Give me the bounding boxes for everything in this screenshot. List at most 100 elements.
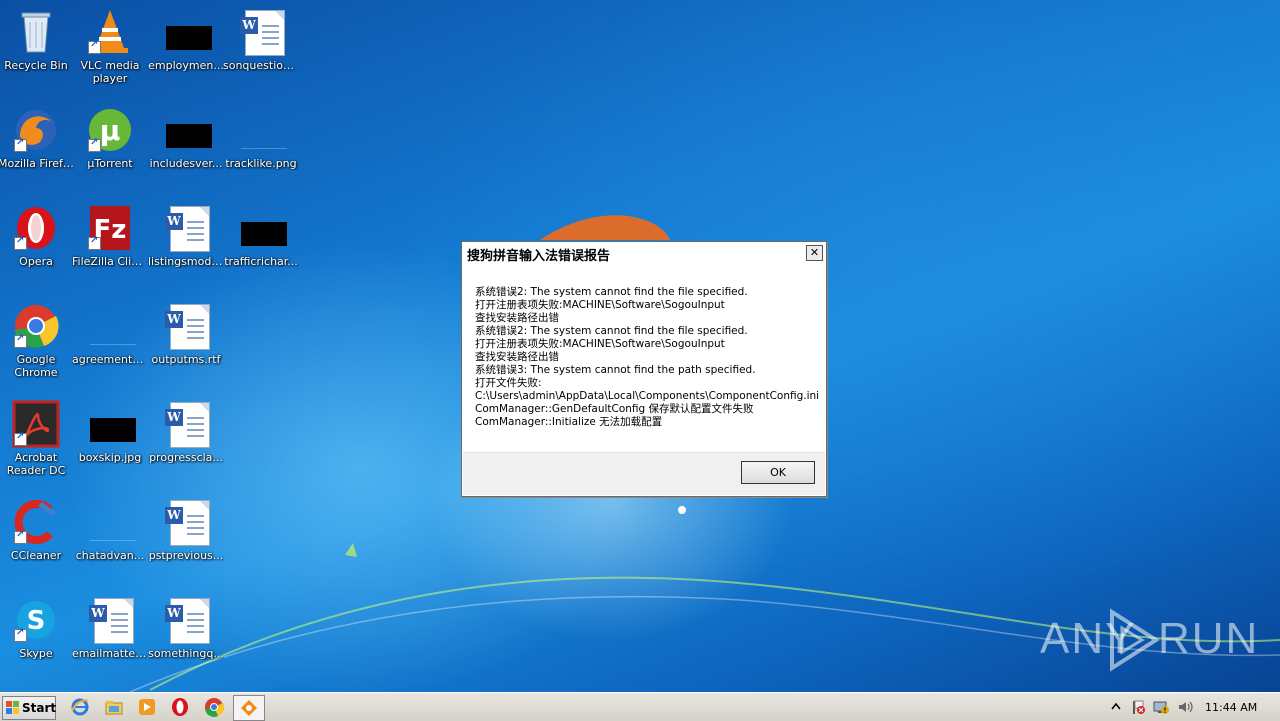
desktop-icon-file[interactable]: W sonquestion...: [223, 8, 299, 72]
image-file-icon: [86, 400, 136, 448]
desktop-icon-label: FileZilla Client: [72, 255, 148, 268]
action-center-flag-icon[interactable]: [1130, 699, 1146, 715]
message-line: C:\Users\admin\AppData\Local\Components\…: [475, 390, 820, 402]
desktop-icon-file[interactable]: trafficrichar...: [223, 204, 299, 268]
desktop-icon-file[interactable]: W listingsmodi...: [148, 204, 224, 268]
shortcut-arrow-icon: [14, 137, 27, 152]
message-line: 查找安装路径出错: [475, 312, 559, 324]
ccleaner-icon: [12, 498, 60, 546]
blank-file-icon: [86, 302, 136, 350]
message-line: 系统错误2: The system cannot find the file s…: [475, 286, 748, 298]
taskbar-active-app[interactable]: [233, 695, 265, 721]
windows-logo-icon: [6, 701, 20, 715]
word-document-icon: W: [162, 400, 210, 448]
desktop-icon-skype[interactable]: S Skype: [0, 596, 74, 660]
svg-text:S: S: [27, 606, 46, 636]
desktop-icon-label: agreementc...: [72, 353, 148, 366]
acrobat-reader-icon: [12, 400, 60, 448]
firefox-icon: [12, 106, 60, 154]
desktop-icon-label: includesver...: [149, 157, 223, 170]
desktop-icon-file[interactable]: includesver...: [148, 106, 224, 170]
message-line: 系统错误3: The system cannot find the path s…: [475, 364, 756, 376]
desktop-icon-label: pstprevious...: [148, 549, 224, 562]
internet-explorer-icon[interactable]: [70, 697, 90, 717]
taskbar: Start 11:44 AM: [0, 692, 1280, 721]
blank-file-icon: [86, 498, 136, 546]
desktop-icon-label: µTorrent: [87, 157, 133, 170]
desktop-icon-label: Google Chrome: [14, 353, 58, 379]
desktop-icon-label: trafficrichar...: [224, 255, 298, 268]
message-line: 查找安装路径出错: [475, 351, 559, 363]
start-label: Start: [22, 701, 57, 715]
desktop-icon-label: listingsmodi...: [148, 255, 224, 268]
chrome-icon[interactable]: [204, 697, 224, 717]
desktop-icon-file[interactable]: W progresscla...: [148, 400, 224, 464]
desktop-icon-chrome[interactable]: Google Chrome: [0, 302, 74, 379]
desktop-icon-file[interactable]: tracklike.png: [223, 106, 299, 170]
desktop-icon-file[interactable]: chatadvan...: [72, 498, 148, 562]
word-document-icon: W: [162, 596, 210, 644]
desktop-icon-recycle-bin[interactable]: Recycle Bin: [0, 8, 74, 72]
image-file-icon: [237, 106, 287, 154]
filezilla-icon: Fz: [86, 204, 134, 252]
skype-icon: S: [12, 596, 60, 644]
message-line: ComManager::GenDefaultConfig 保存默认配置文件失败: [475, 403, 754, 415]
error-report-dialog: 搜狗拼音输入法错误报告 ✕ 系统错误2: The system cannot f…: [461, 241, 827, 497]
shortcut-arrow-icon: [14, 333, 27, 348]
message-line: 系统错误2: The system cannot find the file s…: [475, 325, 748, 337]
dialog-footer: OK: [463, 452, 825, 495]
desktop-icon-acrobat[interactable]: Acrobat Reader DC: [0, 400, 74, 477]
desktop-icon-file[interactable]: W pstprevious...: [148, 498, 224, 562]
vlc-cone-icon: [86, 8, 134, 56]
desktop-icon-file[interactable]: W outputms.rtf: [148, 302, 224, 366]
desktop-icon-label: tracklike.png: [225, 157, 297, 170]
shortcut-arrow-icon: [14, 431, 27, 446]
word-document-icon: W: [162, 204, 210, 252]
shortcut-arrow-icon: [14, 529, 27, 544]
volume-icon[interactable]: [1177, 699, 1193, 715]
desktop-icon-label: somethingq...: [148, 647, 224, 660]
watermark-text: RUN: [1158, 614, 1260, 663]
word-document-icon: W: [162, 498, 210, 546]
desktop-icon-ccleaner[interactable]: CCleaner: [0, 498, 74, 562]
desktop-icon-file[interactable]: W somethingq...: [148, 596, 224, 660]
opera-icon[interactable]: [170, 697, 190, 717]
desktop-icon-label: Mozilla Firefox: [0, 157, 74, 170]
media-player-icon[interactable]: [137, 697, 157, 717]
image-file-icon: [237, 204, 287, 252]
clock[interactable]: 11:44 AM: [1205, 701, 1257, 714]
ok-button[interactable]: OK: [741, 461, 815, 484]
start-button[interactable]: Start: [2, 696, 56, 720]
desktop-icon-file[interactable]: boxskip.jpg: [72, 400, 148, 464]
desktop-icon-filezilla[interactable]: Fz FileZilla Client: [72, 204, 148, 268]
desktop-icon-file[interactable]: employmen...: [148, 8, 224, 72]
dialog-title: 搜狗拼音输入法错误报告: [467, 249, 611, 264]
message-line: 打开注册表项失败:MACHINE\Software\SogouInput: [475, 338, 725, 350]
dialog-titlebar[interactable]: 搜狗拼音输入法错误报告 ✕: [462, 242, 826, 264]
desktop-icon-label: VLC media player: [80, 59, 140, 85]
dialog-message: 系统错误2: The system cannot find the file s…: [475, 286, 820, 429]
play-triangle-icon: [1110, 608, 1160, 672]
word-document-icon: W: [237, 8, 285, 56]
chrome-icon: [12, 302, 60, 350]
desktop-icon-firefox[interactable]: Mozilla Firefox: [0, 106, 74, 170]
show-hidden-icons-icon[interactable]: [1108, 699, 1124, 715]
desktop-icon-label: progresscla...: [149, 451, 223, 464]
word-document-icon: W: [162, 302, 210, 350]
desktop-icon-file[interactable]: agreementc...: [72, 302, 148, 366]
desktop-icon-opera[interactable]: Opera: [0, 204, 74, 268]
shortcut-arrow-icon: [88, 235, 101, 250]
desktop-icon-utorrent[interactable]: µ µTorrent: [72, 106, 148, 170]
desktop-icon-label: Recycle Bin: [4, 59, 68, 72]
network-icon[interactable]: [1153, 699, 1169, 715]
close-button[interactable]: ✕: [806, 245, 823, 261]
desktop-icon-file[interactable]: W emailmatter...: [72, 596, 148, 660]
opera-icon: [12, 204, 60, 252]
explorer-icon[interactable]: [104, 697, 124, 717]
message-line: ComManager::Initialize 无法加载配置: [475, 416, 663, 428]
desktop-icon-label: boxskip.jpg: [78, 451, 142, 464]
recycle-bin-icon: [12, 8, 60, 56]
shortcut-arrow-icon: [14, 627, 27, 642]
desktop-icon-vlc[interactable]: VLC media player: [72, 8, 148, 85]
desktop-icon-label: Acrobat Reader DC: [6, 451, 66, 477]
